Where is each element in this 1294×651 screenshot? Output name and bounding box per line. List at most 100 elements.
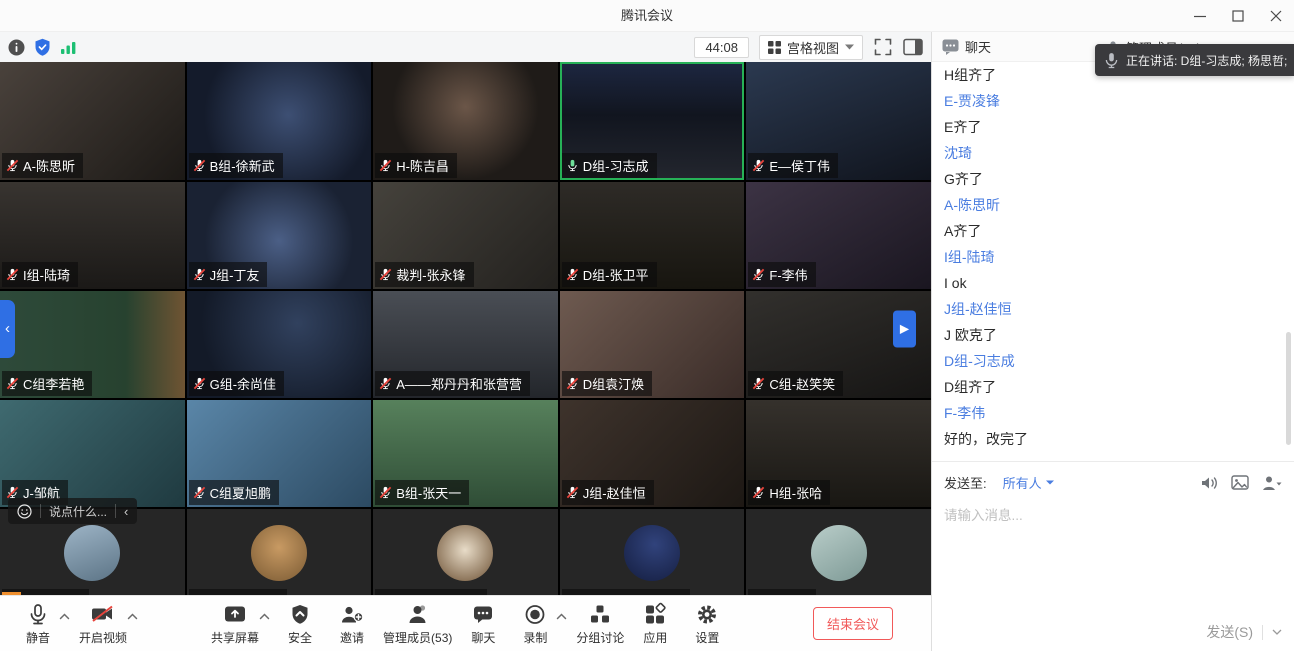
video-tile[interactable]: J组-丁友 (187, 182, 372, 289)
emoji-icon[interactable] (17, 504, 32, 519)
video-tile[interactable]: H组-张哈 (746, 400, 931, 507)
chat-bubble-icon (471, 602, 495, 627)
video-tile[interactable]: H-陈吉昌 (373, 62, 558, 180)
video-tile[interactable]: A-陈思昕 (0, 62, 185, 180)
participant-name: E—侯丁伟 (769, 156, 830, 175)
video-tile[interactable]: C组夏旭鹏 (187, 400, 372, 507)
muted-mic-icon (752, 268, 765, 281)
chat-composer: 发送至: 所有人 (932, 461, 1294, 651)
avatar (624, 525, 680, 581)
invite-person-icon (339, 602, 365, 627)
video-tile[interactable]: 记分员-刘佳怡 (373, 509, 558, 595)
reaction-input-bar[interactable]: 说点什么... ‹ (8, 498, 137, 524)
reaction-placeholder[interactable]: 说点什么... (49, 503, 107, 520)
message-input[interactable]: 请输入消息... (932, 492, 1294, 524)
participant-name-tag: B组-徐新武 (189, 153, 283, 178)
video-tile[interactable]: F-李伟 (746, 182, 931, 289)
video-tile[interactable]: J组-赵佳恒 (560, 400, 745, 507)
breakout-rooms-button[interactable]: 分组讨论 (576, 602, 624, 646)
video-tile[interactable]: B组-张天一 (373, 400, 558, 507)
video-tile[interactable]: D组-张卫平 (560, 182, 745, 289)
muted-mic-icon (6, 268, 19, 281)
muted-mic-icon (379, 268, 392, 281)
security-shield-icon (288, 602, 312, 627)
mic-options-chevron[interactable] (59, 613, 70, 620)
avatar (64, 525, 120, 581)
video-options-chevron[interactable] (127, 613, 138, 620)
muted-mic-icon (193, 377, 206, 390)
apps-button[interactable]: 应用 (634, 602, 676, 646)
video-tile[interactable]: A——郑丹丹和张营营 (373, 291, 558, 398)
network-signal-icon[interactable] (60, 40, 77, 55)
send-button[interactable]: 发送(S) (1206, 622, 1253, 642)
page-left-arrow[interactable]: ‹ (0, 300, 15, 358)
video-toolbar: 44:08 宫格视图 (0, 32, 931, 62)
participant-name: H-陈吉昌 (396, 156, 449, 175)
record-icon (523, 602, 547, 627)
video-tile[interactable]: E—侯丁伟 (746, 62, 931, 180)
participant-name-tag: J组-丁友 (189, 262, 268, 287)
chat-message-list[interactable]: H组齐了 E-贾凌锋 E齐了 沈琦 G齐了 A-陈思昕 A齐了 I组-陆琦 I … (932, 62, 1294, 461)
chat-message: J组-赵佳恒 (944, 302, 1282, 316)
grid-view-icon (768, 41, 781, 54)
reaction-collapse-icon[interactable]: ‹ (124, 504, 128, 519)
chat-message: A齐了 (944, 224, 1282, 238)
video-tile[interactable]: J-邹航 (0, 400, 185, 507)
maximize-button[interactable] (1230, 8, 1246, 24)
chat-scrollbar[interactable] (1286, 332, 1291, 445)
record-button[interactable]: 录制 (514, 602, 556, 646)
video-tile[interactable]: G组-余尚佳 (187, 291, 372, 398)
video-tile[interactable]: 裁判-张永锋 (373, 182, 558, 289)
participant-name-tag: 裁判-佟丽云 (189, 589, 287, 595)
video-tile[interactable]: D组袁汀焕 (560, 291, 745, 398)
close-button[interactable] (1268, 8, 1284, 24)
video-tile[interactable]: I组-陆琦 (0, 182, 185, 289)
participant-name: B组-徐新武 (210, 156, 275, 175)
video-tile[interactable]: 裁判-佟丽云 (187, 509, 372, 595)
window-controls (1192, 0, 1284, 32)
video-tile[interactable]: 记分员-裁判-王倩 (560, 509, 745, 595)
fullscreen-icon[interactable] (873, 37, 893, 57)
speaking-toast-text: 正在讲话: D组-习志成; 杨思哲; (1126, 52, 1287, 69)
settings-button[interactable]: 设置 (686, 602, 728, 646)
participant-name-tag: B组-张天一 (375, 480, 469, 505)
minimize-button[interactable] (1192, 8, 1208, 24)
video-tile[interactable]: D组-习志成 (560, 62, 745, 180)
mention-member-icon[interactable] (1262, 475, 1282, 491)
meeting-info-icon[interactable] (8, 39, 25, 56)
chat-message: I组-陆琦 (944, 250, 1282, 264)
invite-button[interactable]: 邀请 (331, 602, 373, 646)
end-meeting-button[interactable]: 结束会议 (813, 607, 893, 640)
start-video-button[interactable]: 开启视频 (79, 602, 127, 646)
participant-name-tag: C组-赵笑笑 (748, 371, 843, 396)
chat-button[interactable]: 聊天 (462, 602, 504, 646)
video-tile[interactable]: B组-徐新武 (187, 62, 372, 180)
mute-button[interactable]: 静音 (17, 602, 59, 646)
view-mode-dropdown[interactable]: 宫格视图 (759, 35, 863, 60)
voice-message-icon[interactable] (1200, 475, 1218, 491)
video-tile[interactable]: C组李若艳 (0, 291, 185, 398)
video-tile[interactable]: 王雅慧 (746, 509, 931, 595)
security-button[interactable]: 安全 (279, 602, 321, 646)
side-panel-toggle-icon[interactable] (903, 38, 923, 56)
divider (1262, 625, 1263, 640)
page-right-arrow[interactable]: ▶ (893, 310, 916, 347)
security-shield-icon[interactable] (34, 38, 51, 56)
view-mode-label: 宫格视图 (787, 38, 839, 57)
participant-name: J组-丁友 (210, 265, 260, 284)
share-options-chevron[interactable] (259, 613, 270, 620)
send-to-dropdown[interactable]: 所有人 (1003, 473, 1054, 492)
participant-name-tag: E—侯丁伟 (748, 153, 838, 178)
tab-chat[interactable]: 聊天 (942, 37, 991, 56)
share-screen-button[interactable]: 共享屏幕 (211, 602, 259, 646)
close-icon (1270, 10, 1282, 22)
video-grid: A-陈思昕 B组-徐新武 (0, 62, 931, 595)
image-attach-icon[interactable] (1231, 475, 1249, 490)
chat-message: J 欧克了 (944, 328, 1282, 342)
participant-name: 裁判-佟丽云 (210, 592, 279, 595)
manage-members-button[interactable]: 管理成员(53) (383, 602, 452, 646)
send-options-chevron[interactable] (1272, 629, 1282, 635)
record-options-chevron[interactable] (556, 613, 567, 620)
video-area: A-陈思昕 B组-徐新武 (0, 62, 931, 595)
participant-name: 裁判-张永锋 (396, 265, 465, 284)
